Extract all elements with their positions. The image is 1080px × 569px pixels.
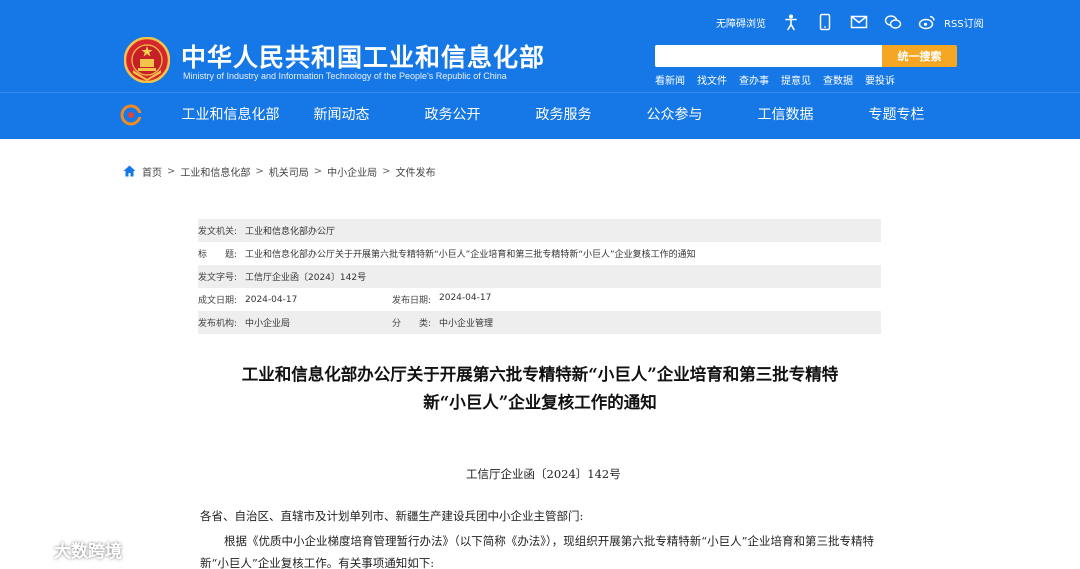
meta-row-doc-number: 发文字号: 工信厅企业函〔2024〕142号 — [198, 265, 881, 288]
watermark-logo-icon — [11, 542, 49, 557]
top-utility-links: 无障碍浏览 RSS订阅 — [716, 12, 984, 32]
main-nav: 工业和信息化部 新闻动态 政务公开 政务服务 公众参与 工信数据 专题专栏 — [0, 92, 1080, 139]
miit-logo-icon[interactable] — [120, 104, 142, 126]
meta-value-doc-number: 工信厅企业函〔2024〕142号 — [245, 273, 367, 283]
weibo-icon[interactable] — [918, 13, 936, 31]
site-header: 中华人民共和国工业和信息化部 Ministry of Industry and … — [0, 0, 1080, 92]
nav-item-topics[interactable]: 专题专栏 — [841, 93, 952, 140]
wechat-icon[interactable] — [884, 13, 902, 31]
breadcrumb-ministry[interactable]: 工业和信息化部 — [180, 164, 250, 179]
accessibility-link[interactable]: 无障碍浏览 — [716, 15, 766, 30]
meta-row-title: 标 题: 工业和信息化部办公厅关于开展第六批专精特新“小巨人”企业培育和第三批专… — [198, 242, 881, 265]
nav-item-participation[interactable]: 公众参与 — [619, 93, 730, 140]
quick-link-files[interactable]: 找文件 — [697, 72, 727, 87]
document-title-line-2: 新“小巨人”企业复核工作的通知 — [423, 393, 657, 412]
document-title: 工业和信息化部办公厅关于开展第六批专精特新“小巨人”企业培育和第三批专精特 新“… — [190, 361, 890, 417]
watermark: 大数跨境 — [10, 537, 122, 562]
document-paragraph: 根据《优质中小企业梯度培育管理暂行办法》（以下简称《办法》），现组织开展第六批专… — [200, 534, 875, 569]
meta-row-issuer: 发文机关: 工业和信息化部办公厅 — [198, 219, 881, 242]
search-input[interactable] — [655, 45, 882, 67]
meta-label: 成文日期: — [198, 296, 238, 306]
site-name[interactable]: 中华人民共和国工业和信息化部 — [181, 38, 545, 74]
breadcrumb: 首页 > 工业和信息化部 > 机关司局 > 中小企业局 > 文件发布 — [123, 164, 436, 179]
breadcrumb-separator: > — [255, 165, 264, 177]
meta-value-published-date: 2024-04-17 — [439, 293, 492, 303]
meta-value-issuer: 工业和信息化部办公厅 — [245, 227, 336, 237]
unified-search-button[interactable]: 统一搜索 — [882, 45, 957, 67]
breadcrumb-file-release[interactable]: 文件发布 — [396, 164, 436, 179]
breadcrumb-sme-bureau[interactable]: 中小企业局 — [327, 164, 377, 179]
document-addressee: 各省、自治区、直辖市及计划单列市、新疆生产建设兵团中小企业主管部门: — [200, 509, 584, 523]
quick-link-services[interactable]: 查办事 — [739, 72, 769, 87]
rss-link[interactable]: RSS订阅 — [944, 15, 984, 30]
quick-link-feedback[interactable]: 提意见 — [781, 72, 811, 87]
site-name-english: Ministry of Industry and Information Tec… — [183, 71, 507, 81]
quick-link-complaint[interactable]: 要投诉 — [865, 72, 895, 87]
home-icon — [123, 165, 136, 177]
national-emblem-icon[interactable] — [124, 37, 170, 83]
meta-value-org: 中小企业局 — [245, 319, 291, 329]
meta-label: 标 题: — [198, 250, 238, 260]
breadcrumb-separator: > — [382, 165, 391, 177]
quick-link-data[interactable]: 查数据 — [823, 72, 853, 87]
document-metadata-table: 发文机关: 工业和信息化部办公厅 标 题: 工业和信息化部办公厅关于开展第六批专… — [198, 219, 881, 334]
breadcrumb-home[interactable]: 首页 — [142, 164, 162, 179]
nav-item-open-government[interactable]: 政务公开 — [397, 93, 508, 140]
meta-value-created-date: 2024-04-17 — [245, 294, 298, 305]
document-title-line-1: 工业和信息化部办公厅关于开展第六批专精特新“小巨人”企业培育和第三批专精特 — [241, 365, 839, 384]
meta-value-title: 工业和信息化部办公厅关于开展第六批专精特新“小巨人”企业培育和第三批专精特新“小… — [245, 250, 696, 260]
meta-label: 分 类: — [392, 319, 432, 329]
quick-link-news[interactable]: 看新闻 — [655, 72, 685, 87]
document-number: 工信厅企业函〔2024〕142号 — [466, 467, 621, 481]
meta-label: 发文字号: — [198, 273, 238, 283]
meta-row-dates: 成文日期: 2024-04-17 发布日期: 2024-04-17 — [198, 288, 881, 311]
breadcrumb-separator: > — [313, 165, 323, 177]
quick-links: 看新闻 找文件 查办事 提意见 查数据 要投诉 — [655, 72, 907, 87]
mail-icon[interactable] — [850, 13, 868, 31]
nav-item-news[interactable]: 新闻动态 — [286, 93, 397, 140]
meta-label: 发文机关: — [198, 227, 238, 237]
meta-value-category: 中小企业管理 — [439, 319, 494, 329]
accessibility-person-icon[interactable] — [782, 13, 800, 31]
breadcrumb-departments[interactable]: 机关司局 — [269, 164, 309, 179]
breadcrumb-separator: > — [167, 165, 176, 177]
nav-item-data[interactable]: 工信数据 — [730, 93, 841, 140]
meta-row-org-category: 发布机构: 中小企业局 分 类: 中小企业管理 — [198, 311, 881, 334]
meta-label: 发布机构: — [198, 319, 238, 329]
nav-item-services[interactable]: 政务服务 — [508, 93, 619, 140]
mobile-icon[interactable] — [816, 13, 834, 31]
meta-label: 发布日期: — [392, 296, 432, 306]
nav-item-ministry[interactable]: 工业和信息化部 — [175, 93, 286, 140]
watermark-text: 大数跨境 — [54, 542, 122, 562]
